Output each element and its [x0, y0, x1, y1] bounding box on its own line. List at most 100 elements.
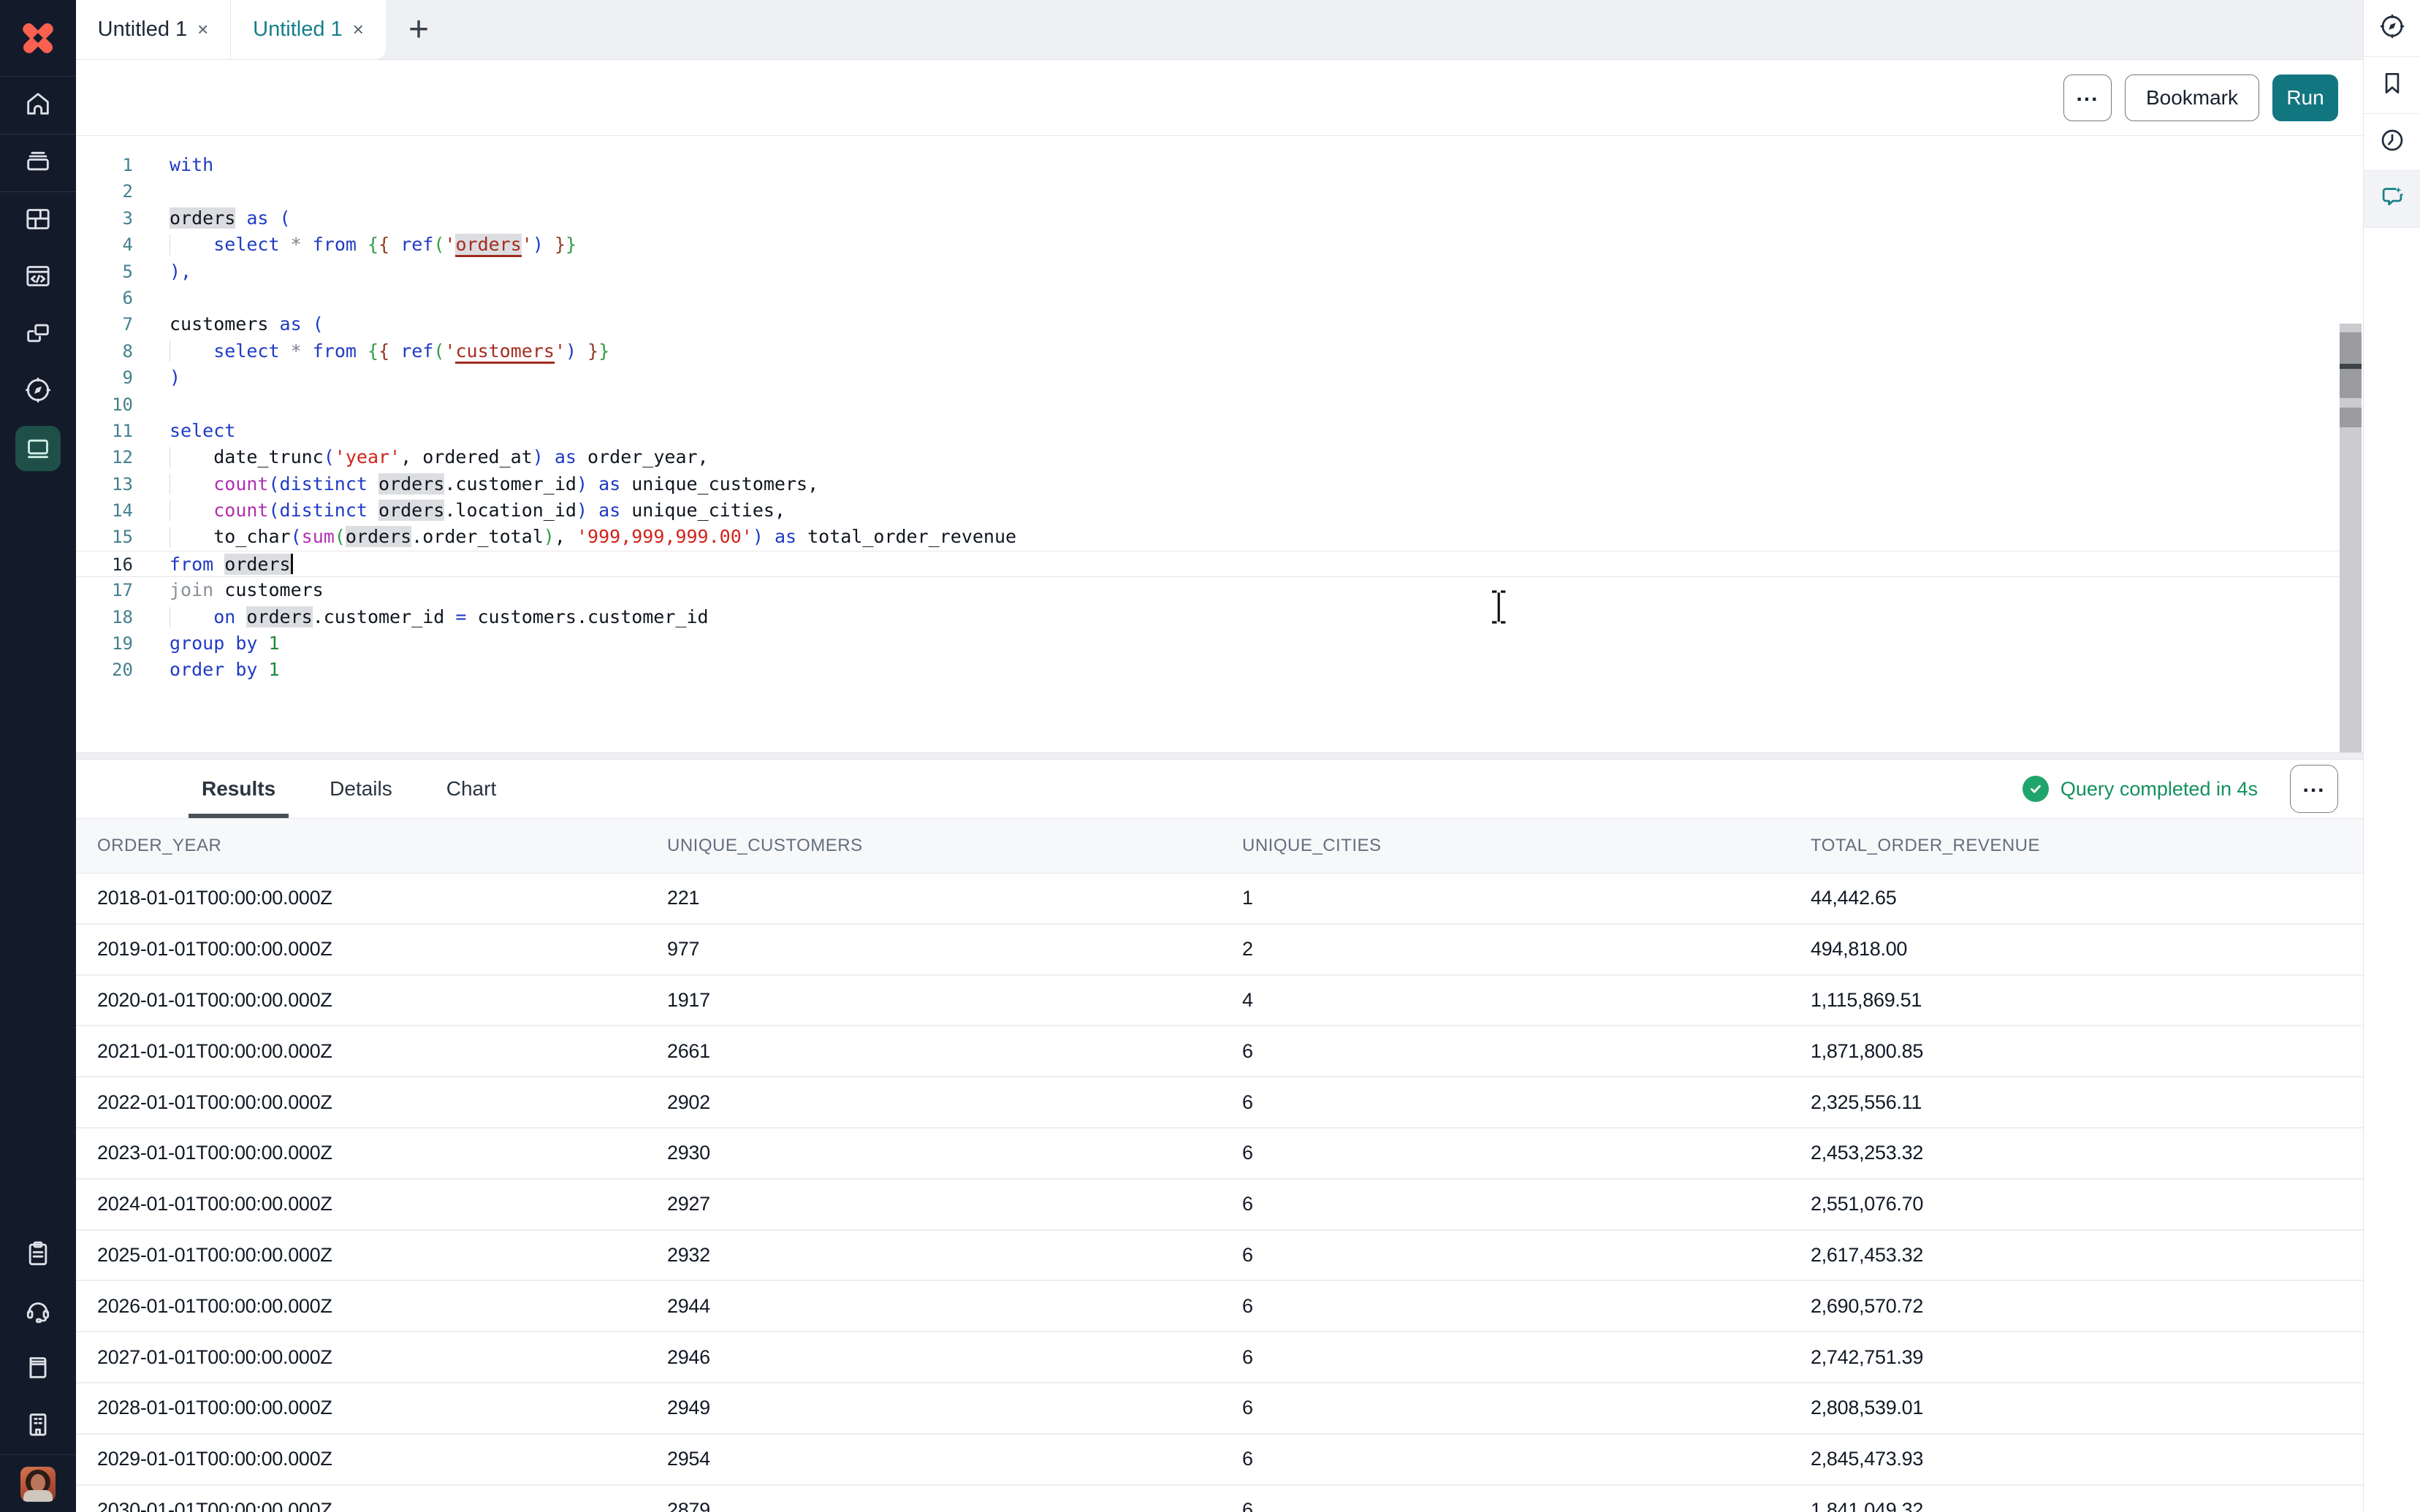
- sql-editor[interactable]: 1with23orders as (4 select * from {{ ref…: [76, 136, 2363, 752]
- code-line-12[interactable]: 12 date_trunc('year', ordered_at) as ord…: [76, 444, 2363, 470]
- sidebar-divider: [0, 1454, 76, 1455]
- tab-untitled-1[interactable]: Untitled 1 ×: [76, 0, 231, 59]
- code-line-4[interactable]: 4 select * from {{ ref('orders') }}: [76, 232, 2363, 258]
- code-line-19[interactable]: 19group by 1: [76, 630, 2363, 657]
- dashboard-grid-icon: [23, 205, 53, 237]
- results-more-button[interactable]: ...: [2290, 765, 2338, 813]
- sidebar-item-dashboard-grid[interactable]: [0, 192, 76, 249]
- right-sidebar-item-explore-compass[interactable]: [2364, 0, 2420, 57]
- notebook-view-icon: [15, 426, 61, 471]
- run-button[interactable]: Run: [2272, 75, 2338, 121]
- table-row[interactable]: 2027-01-01T00:00:00.000Z294662,742,751.3…: [76, 1332, 2363, 1383]
- code-line-7[interactable]: 7customers as (: [76, 311, 2363, 337]
- table-row[interactable]: 2026-01-01T00:00:00.000Z294462,690,570.7…: [76, 1281, 2363, 1332]
- table-row[interactable]: 2021-01-01T00:00:00.000Z266161,871,800.8…: [76, 1026, 2363, 1077]
- editor-scrollbar[interactable]: [2340, 324, 2362, 752]
- sidebar-item-projects-drawer[interactable]: [0, 134, 76, 191]
- sidebar-item-home[interactable]: [0, 77, 76, 134]
- org-building-icon: [23, 1410, 53, 1443]
- table-cell: 2: [1242, 938, 1811, 961]
- tab-strip: Untitled 1 × Untitled 1 ×: [76, 0, 386, 59]
- line-number: 17: [76, 577, 133, 603]
- code-line-1[interactable]: 1with: [76, 152, 2363, 178]
- bookmark-icon: [2378, 69, 2406, 101]
- bookmark-button[interactable]: Bookmark: [2125, 75, 2259, 121]
- table-row[interactable]: 2019-01-01T00:00:00.000Z9772494,818.00: [76, 925, 2363, 976]
- column-header[interactable]: UNIQUE_CUSTOMERS: [667, 836, 1242, 856]
- tab-results[interactable]: Results: [199, 760, 278, 818]
- table-cell: 1,841,049.32: [1811, 1499, 2363, 1512]
- table-cell: 4: [1242, 989, 1811, 1012]
- code-line-9[interactable]: 9): [76, 364, 2363, 391]
- sidebar-item-clipboard[interactable]: [0, 1226, 76, 1283]
- code-line-20[interactable]: 20order by 1: [76, 657, 2363, 683]
- tab-chart[interactable]: Chart: [444, 760, 499, 818]
- sidebar-item-explore-compass[interactable]: [0, 363, 76, 420]
- code-content: [133, 178, 170, 205]
- more-options-button[interactable]: ...: [2063, 75, 2112, 121]
- table-header-row: ORDER_YEARUNIQUE_CUSTOMERSUNIQUE_CITIEST…: [76, 818, 2363, 874]
- left-sidebar: [0, 0, 76, 1512]
- close-icon[interactable]: ×: [197, 18, 208, 41]
- tab-details[interactable]: Details: [327, 760, 395, 818]
- hex-logo[interactable]: [0, 0, 76, 76]
- code-line-16[interactable]: 16from orders: [76, 551, 2363, 577]
- table-row[interactable]: 2018-01-01T00:00:00.000Z221144,442.65: [76, 874, 2363, 925]
- column-header[interactable]: TOTAL_ORDER_REVENUE: [1811, 836, 2363, 856]
- code-line-15[interactable]: 15 to_char(sum(orders.order_total), '999…: [76, 524, 2363, 550]
- table-cell: 2024-01-01T00:00:00.000Z: [97, 1193, 667, 1215]
- table-row[interactable]: 2030-01-01T00:00:00.000Z287961,841,049.3…: [76, 1486, 2363, 1512]
- right-sidebar: [2363, 0, 2420, 1512]
- table-cell: 2,551,076.70: [1811, 1193, 2363, 1215]
- code-content: on orders.customer_id = customers.custom…: [133, 604, 709, 630]
- table-row[interactable]: 2025-01-01T00:00:00.000Z293262,617,453.3…: [76, 1231, 2363, 1282]
- table-row[interactable]: 2029-01-01T00:00:00.000Z295462,845,473.9…: [76, 1435, 2363, 1486]
- code-line-2[interactable]: 2: [76, 178, 2363, 205]
- column-header[interactable]: UNIQUE_CITIES: [1242, 836, 1811, 856]
- code-line-5[interactable]: 5),: [76, 259, 2363, 285]
- panel-resize-divider[interactable]: [76, 752, 2363, 760]
- table-cell: 2944: [667, 1295, 1242, 1318]
- sidebar-item-docs-book[interactable]: [0, 1340, 76, 1397]
- code-line-3[interactable]: 3orders as (: [76, 205, 2363, 232]
- code-line-13[interactable]: 13 count(distinct orders.customer_id) as…: [76, 471, 2363, 497]
- sidebar-item-code-window[interactable]: [0, 249, 76, 306]
- column-header[interactable]: ORDER_YEAR: [97, 836, 667, 856]
- tab-untitled-2[interactable]: Untitled 1 ×: [231, 0, 386, 59]
- query-status: Query completed in 4s ...: [2023, 765, 2338, 813]
- code-line-18[interactable]: 18 on orders.customer_id = customers.cus…: [76, 604, 2363, 630]
- code-content: to_char(sum(orders.order_total), '999,99…: [133, 524, 1016, 550]
- table-cell: 6: [1242, 1295, 1811, 1318]
- table-row[interactable]: 2020-01-01T00:00:00.000Z191741,115,869.5…: [76, 976, 2363, 1027]
- results-table-body: 2018-01-01T00:00:00.000Z221144,442.65201…: [76, 874, 2363, 1512]
- table-cell: 2949: [667, 1397, 1242, 1419]
- table-row[interactable]: 2028-01-01T00:00:00.000Z294962,808,539.0…: [76, 1383, 2363, 1435]
- code-content: select: [133, 418, 235, 444]
- right-sidebar-item-ai-chat-sparkle[interactable]: [2364, 171, 2420, 228]
- sidebar-item-notebook-active[interactable]: [0, 420, 76, 477]
- code-line-8[interactable]: 8 select * from {{ ref('customers') }}: [76, 338, 2363, 364]
- table-cell: 2028-01-01T00:00:00.000Z: [97, 1397, 667, 1419]
- sidebar-item-apps-windows[interactable]: [0, 306, 76, 363]
- table-row[interactable]: 2022-01-01T00:00:00.000Z290262,325,556.1…: [76, 1077, 2363, 1129]
- line-number: 1: [76, 152, 133, 178]
- table-row[interactable]: 2024-01-01T00:00:00.000Z292762,551,076.7…: [76, 1180, 2363, 1231]
- code-line-10[interactable]: 10: [76, 392, 2363, 418]
- new-tab-button[interactable]: +: [386, 0, 452, 59]
- code-line-6[interactable]: 6: [76, 285, 2363, 311]
- code-line-14[interactable]: 14 count(distinct orders.location_id) as…: [76, 497, 2363, 524]
- sidebar-item-org-building[interactable]: [0, 1397, 76, 1454]
- code-line-17[interactable]: 17join customers: [76, 577, 2363, 603]
- support-headset-icon: [23, 1296, 53, 1329]
- right-sidebar-item-history-clock[interactable]: [2364, 114, 2420, 171]
- table-cell: 2029-01-01T00:00:00.000Z: [97, 1448, 667, 1470]
- table-row[interactable]: 2023-01-01T00:00:00.000Z293062,453,253.3…: [76, 1129, 2363, 1180]
- user-avatar[interactable]: [20, 1467, 56, 1502]
- close-icon[interactable]: ×: [353, 18, 364, 41]
- right-sidebar-item-bookmark[interactable]: [2364, 57, 2420, 114]
- table-cell: 2,453,253.32: [1811, 1142, 2363, 1164]
- table-cell: 2902: [667, 1091, 1242, 1114]
- code-line-11[interactable]: 11select: [76, 418, 2363, 444]
- table-cell: 2023-01-01T00:00:00.000Z: [97, 1142, 667, 1164]
- sidebar-item-support-headset[interactable]: [0, 1283, 76, 1340]
